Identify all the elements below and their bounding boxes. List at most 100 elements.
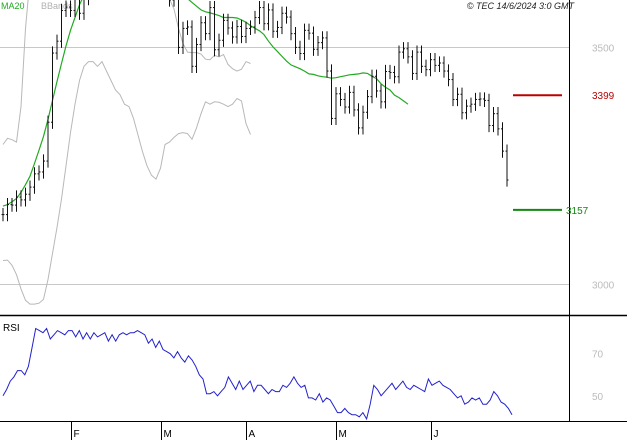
bband-upper-line [2,0,251,145]
x-tick-label-M: M [339,429,347,440]
price-bar [199,16,203,52]
price-bar [244,21,248,44]
price-bar [402,42,405,59]
support-label: 3157 [566,206,589,217]
price-bar [15,190,18,212]
price-bar [298,40,302,61]
price-bar [1,207,5,222]
price-bar [397,45,401,84]
price-bar [424,59,428,77]
price-bar [438,56,441,72]
stock-chart: MA20 BBands © TEC 14/6/2024 3:0 GMT RSI … [0,0,627,440]
price-bar [178,0,180,54]
price-bar [267,3,270,31]
price-bar [339,87,342,107]
price-bar [307,23,311,40]
price-bar [285,6,288,24]
price-bar [361,105,365,135]
price-bar [411,50,414,81]
price-series [1,0,509,222]
price-bar [226,13,230,35]
price-bar [442,56,446,78]
price-bar [478,92,482,107]
price-bar [28,180,32,201]
price-bar [321,31,324,50]
price-bar [217,33,221,57]
chart-canvas: MA20 BBands © TEC 14/6/2024 3:0 GMT RSI … [0,0,627,440]
price-bar [235,19,239,44]
price-bar [249,20,252,36]
price-bar [42,154,45,179]
price-bar [415,45,419,81]
y-tick-label-3500: 3500 [592,44,615,55]
price-bar [460,87,464,120]
price-bar [357,103,360,135]
price-bar [195,37,198,73]
price-bar [487,93,491,133]
x-tick-label-J: J [434,429,439,440]
bband-lower-line [2,60,251,305]
price-bar [366,90,369,119]
price-bar [88,0,89,6]
price-bar [204,16,207,41]
price-bar [406,42,410,64]
price-bar [334,87,338,126]
price-bar [312,26,315,56]
price-bar [469,97,473,113]
price-bar [474,92,477,111]
price-bar [190,20,194,73]
price-bar [253,10,257,34]
price-bar [37,165,41,181]
price-bar [231,21,234,44]
price-bar [501,122,504,158]
price-bar [82,0,85,20]
rsi-tick-label-70: 70 [592,350,604,361]
rsi-title: RSI [3,323,20,334]
rsi-series [2,327,513,421]
price-bar [258,0,261,25]
price-bar [181,21,185,54]
copyright-notice: © TEC 14/6/2024 3:0 GMT [467,1,576,11]
x-axis-ticks: FMAMJ [71,421,439,440]
price-bar [348,85,351,114]
legend-ma20: MA20 [1,1,25,11]
rsi-line [2,327,513,421]
price-bar [51,46,54,129]
price-levels: 3399 3157 [513,91,615,217]
price-bar [213,0,216,57]
price-bar [262,0,266,31]
price-bar [276,20,279,38]
legend-bbands: BBands [41,1,73,11]
price-bar [303,23,306,61]
price-bar [393,65,396,84]
price-bar [280,6,284,35]
price-bar [420,45,423,73]
price-bar [379,84,383,109]
price-bar [370,69,374,104]
price-bar [505,144,509,187]
price-bar [10,198,14,212]
price-bar [6,198,9,222]
price-bar [388,64,392,80]
price-bar [289,10,293,41]
price-bar [24,187,27,207]
price-bar [316,36,320,56]
price-bar [186,20,189,36]
price-bar [343,92,347,114]
x-tick-label-A: A [249,429,256,440]
price-bar [483,92,486,108]
price-bar [352,85,356,117]
price-bar [451,72,455,107]
price-bar [433,53,437,72]
bollinger-bands [2,0,251,305]
price-bar [330,64,333,126]
price-bar [325,31,329,78]
grid [0,47,569,285]
x-tick-label-F: F [74,429,80,440]
price-bar [294,27,297,54]
price-bar [240,19,243,44]
y-tick-label-3000: 3000 [592,281,615,292]
price-bar [465,99,468,120]
rsi-tick-label-50: 50 [592,392,604,403]
price-bar [375,69,378,98]
